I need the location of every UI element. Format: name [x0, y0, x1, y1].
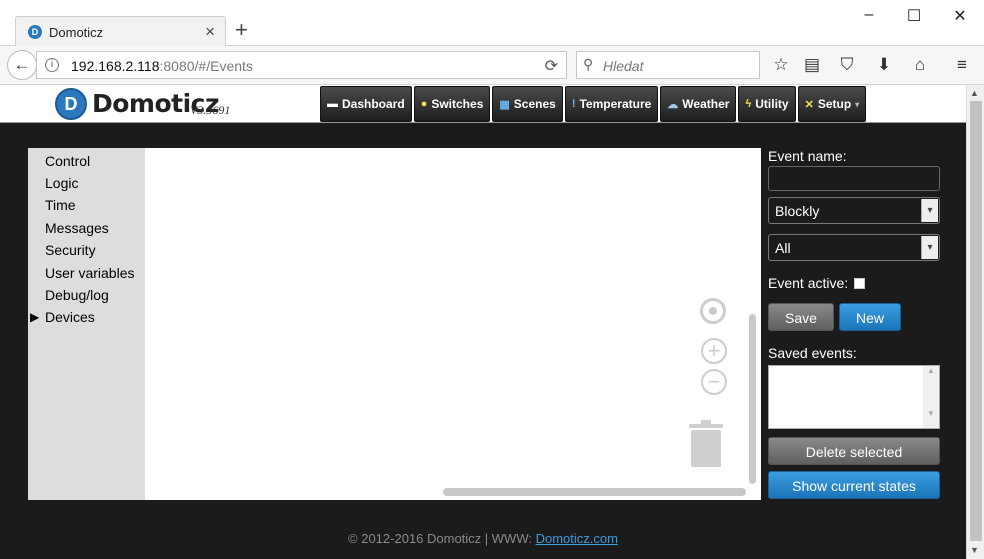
blockly-toolbox: Control Logic Time Messages Security Use…: [28, 148, 145, 500]
event-type-value: Blockly: [775, 203, 820, 219]
domoticz-favicon-icon: D: [28, 25, 42, 39]
cloud-rain-icon: ☁: [667, 98, 679, 111]
thermometer-icon: ǃ: [571, 98, 576, 110]
search-placeholder: Hledat: [603, 58, 644, 74]
scroll-up-icon[interactable]: ▲: [923, 366, 939, 375]
utility-icon: ϟ: [745, 98, 752, 110]
menu-scenes[interactable]: ▦ Scenes: [492, 86, 563, 122]
page-scroll-thumb[interactable]: [970, 101, 982, 541]
saved-events-list[interactable]: ▲ ▼: [768, 365, 940, 429]
menu-dashboard[interactable]: ▬ Dashboard: [320, 86, 412, 122]
workspace-vertical-scrollbar[interactable]: [749, 314, 756, 484]
chevron-down-icon: ▾: [921, 199, 938, 222]
menu-temperature[interactable]: ǃ Temperature: [564, 86, 659, 122]
new-tab-button[interactable]: +: [235, 19, 248, 41]
maximize-icon[interactable]: ☐: [903, 6, 925, 26]
trash-icon[interactable]: [688, 420, 724, 468]
browser-navbar: ← i 192.168.2.118:8080/#/Events ⟳ ⚲ Hled…: [0, 46, 984, 85]
workspace-horizontal-scrollbar[interactable]: [443, 488, 746, 496]
new-button[interactable]: New: [839, 303, 901, 331]
zoom-in-icon[interactable]: +: [701, 338, 727, 364]
footer-copyright: © 2012-2016 Domoticz | WWW:: [348, 531, 536, 546]
reload-icon[interactable]: ⟳: [545, 56, 558, 76]
event-active-checkbox[interactable]: [854, 278, 865, 289]
event-type-select[interactable]: Blockly ▾: [768, 197, 940, 224]
search-icon: ⚲: [583, 56, 594, 72]
event-trigger-select[interactable]: All ▾: [768, 234, 940, 261]
toolbox-item-user-variables[interactable]: User variables: [45, 265, 134, 281]
menu-label: Temperature: [579, 97, 652, 111]
save-button[interactable]: Save: [768, 303, 834, 331]
menu-switches[interactable]: ● Switches: [413, 86, 491, 122]
menu-label: Scenes: [513, 97, 556, 111]
menu-weather[interactable]: ☁ Weather: [660, 86, 737, 122]
back-button[interactable]: ←: [7, 50, 37, 80]
app-header: D Domoticz V3.5691 ▬ Dashboard ● Switches …: [0, 85, 966, 123]
menu-label: Setup: [817, 97, 852, 111]
domoticz-logo-icon: D: [55, 88, 87, 120]
reading-list-icon[interactable]: ▤: [801, 54, 823, 76]
menu-label: Dashboard: [342, 97, 405, 111]
close-tab-icon[interactable]: ×: [205, 22, 215, 42]
event-active-label: Event active:: [768, 275, 849, 291]
scroll-up-icon[interactable]: ▲: [970, 88, 979, 98]
hamburger-menu-icon[interactable]: ≡: [951, 54, 973, 76]
tab-title: Domoticz: [49, 25, 104, 40]
url-text: 192.168.2.118:8080/#/Events: [71, 58, 253, 74]
scenes-icon: ▦: [499, 98, 510, 111]
page-footer: © 2012-2016 Domoticz | WWW: Domoticz.com: [0, 531, 966, 546]
delete-selected-button[interactable]: Delete selected: [768, 437, 940, 465]
toolbox-item-logic[interactable]: Logic: [45, 175, 78, 191]
download-icon[interactable]: ⬇: [873, 54, 895, 76]
dashboard-icon: ▬: [327, 98, 338, 110]
event-trigger-value: All: [775, 240, 791, 256]
url-path: :8080/#/Events: [159, 58, 253, 74]
footer-link[interactable]: Domoticz.com: [536, 531, 618, 546]
page: D Domoticz V3.5691 ▬ Dashboard ● Switches …: [0, 85, 966, 559]
chevron-down-icon: ▾: [921, 236, 938, 259]
main-menu: ▬ Dashboard ● Switches ▦ Scenes ǃ Temperatur…: [320, 86, 867, 122]
pocket-icon[interactable]: ⛉: [836, 54, 858, 76]
menu-setup[interactable]: ✕ Setup ▾: [797, 86, 867, 122]
minimize-icon[interactable]: –: [858, 6, 880, 26]
tools-icon: ✕: [804, 98, 814, 111]
caret-down-icon: ▾: [855, 99, 860, 109]
bulb-icon: ●: [420, 98, 428, 110]
info-icon[interactable]: i: [45, 58, 59, 72]
window-close-icon[interactable]: ✕: [949, 6, 971, 26]
saved-events-scrollbar[interactable]: ▲ ▼: [923, 366, 939, 428]
address-bar[interactable]: i 192.168.2.118:8080/#/Events ⟳: [36, 51, 567, 79]
toolbox-item-time[interactable]: Time: [45, 197, 76, 213]
toolbox-item-devices[interactable]: Devices: [45, 309, 95, 325]
toolbox-item-messages[interactable]: Messages: [45, 220, 109, 236]
zoom-out-icon[interactable]: −: [701, 369, 727, 395]
saved-events-label: Saved events:: [768, 345, 857, 361]
recenter-icon[interactable]: [700, 298, 726, 324]
toolbox-item-debug-log[interactable]: Debug/log: [45, 287, 109, 303]
url-host: 192.168.2.118: [71, 58, 160, 74]
event-name-field[interactable]: [768, 166, 940, 191]
bookmark-star-icon[interactable]: ☆: [770, 54, 792, 76]
menu-utility[interactable]: ϟ Utility: [738, 86, 796, 122]
page-vertical-scrollbar[interactable]: ▲ ▼: [966, 85, 984, 559]
home-icon[interactable]: ⌂: [909, 54, 931, 76]
search-input[interactable]: ⚲ Hledat: [576, 51, 760, 79]
browser-tabstrip: D Domoticz × + – ☐ ✕: [0, 0, 984, 47]
scroll-down-icon[interactable]: ▼: [970, 545, 979, 555]
menu-label: Utility: [755, 97, 789, 111]
app-version: V3.5691: [190, 103, 231, 117]
browser-tab[interactable]: D Domoticz ×: [15, 16, 226, 47]
menu-label: Weather: [682, 97, 730, 111]
show-current-states-button[interactable]: Show current states: [768, 471, 940, 499]
menu-label: Switches: [431, 97, 484, 111]
blockly-workspace[interactable]: Control Logic Time Messages Security Use…: [28, 148, 761, 500]
expand-arrow-icon[interactable]: ▶: [30, 310, 39, 324]
scroll-down-icon[interactable]: ▼: [923, 409, 939, 418]
toolbox-item-security[interactable]: Security: [45, 242, 96, 258]
event-name-label: Event name:: [768, 148, 847, 164]
toolbox-item-control[interactable]: Control: [45, 153, 90, 169]
